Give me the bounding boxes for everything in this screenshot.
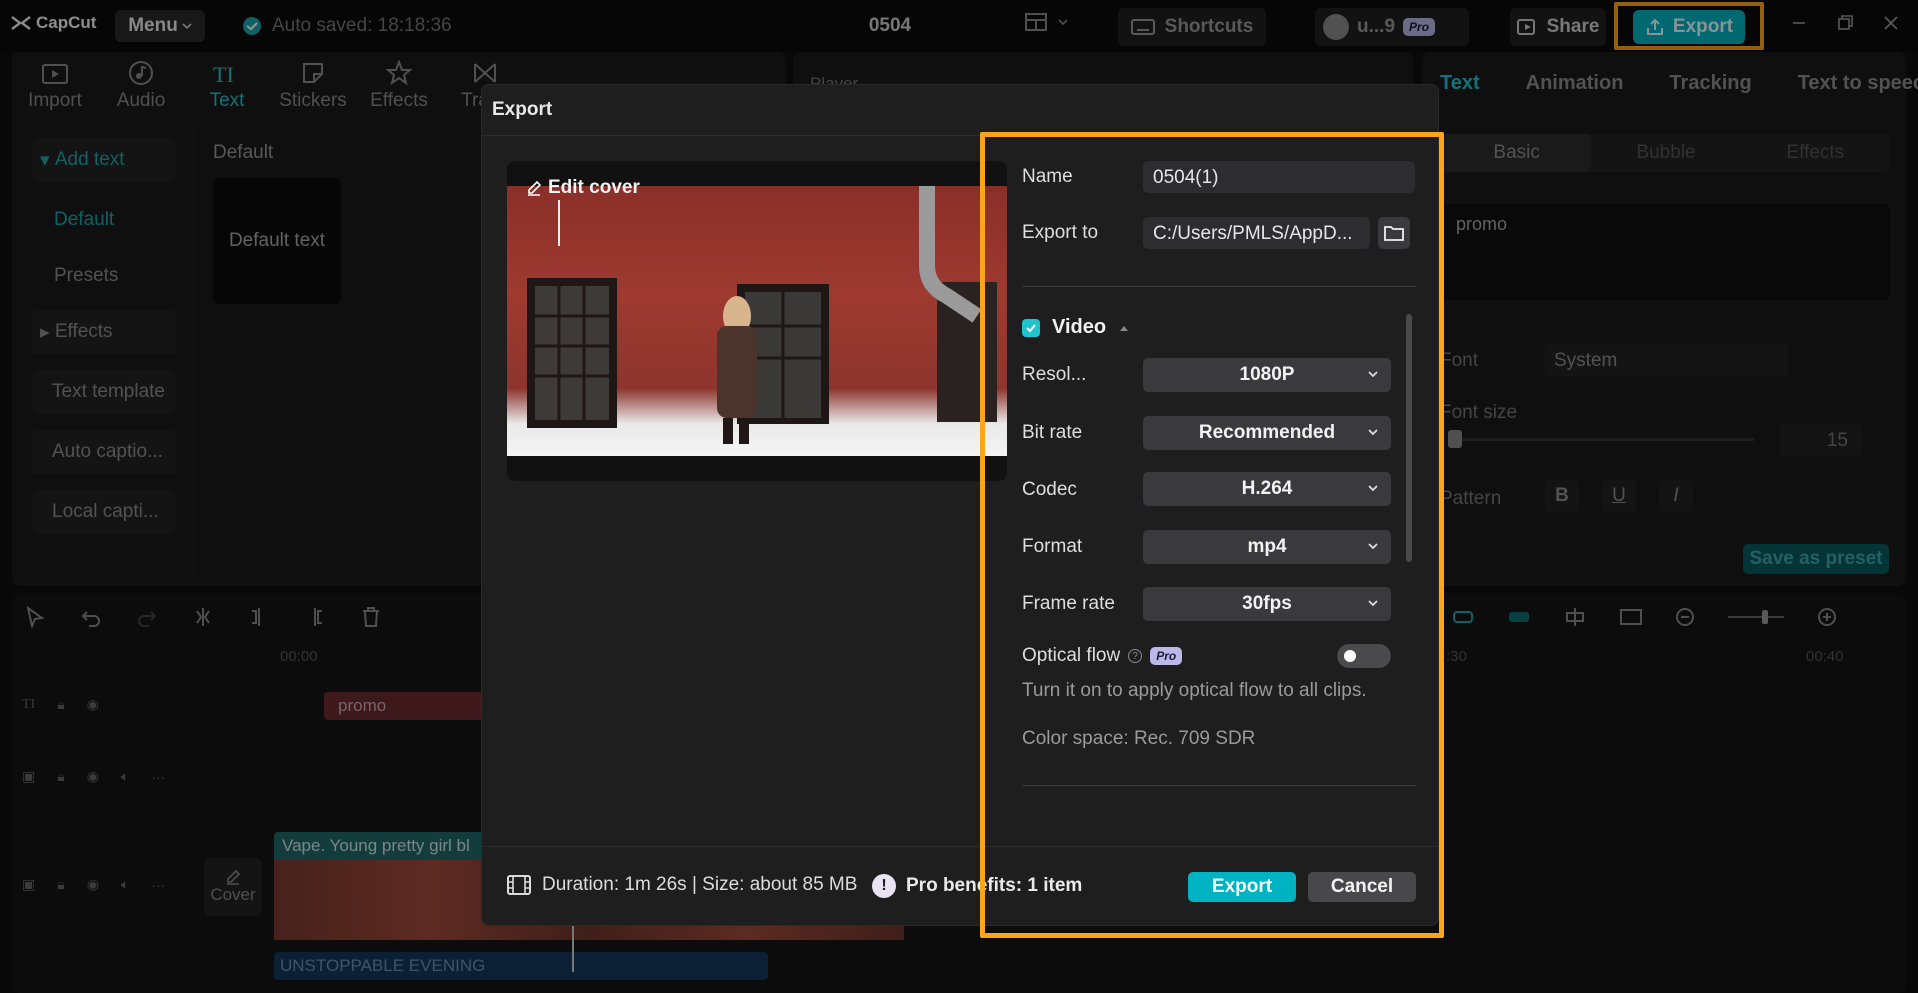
settings-highlight [980, 132, 1444, 938]
dialog-title: Export [492, 99, 553, 120]
edit-cover-label: Edit cover [548, 177, 640, 198]
preview-scene [527, 186, 997, 444]
edit-cover-button[interactable]: Edit cover [526, 177, 640, 199]
preview-frame [507, 186, 1007, 456]
alert-icon: ! [872, 874, 896, 898]
duration-size-text: Duration: 1m 26s | Size: about 85 MB [542, 874, 858, 895]
film-icon [507, 875, 531, 895]
pencil-icon [528, 180, 542, 196]
cover-pointer [558, 200, 560, 246]
export-summary: Duration: 1m 26s | Size: about 85 MB [506, 874, 857, 896]
